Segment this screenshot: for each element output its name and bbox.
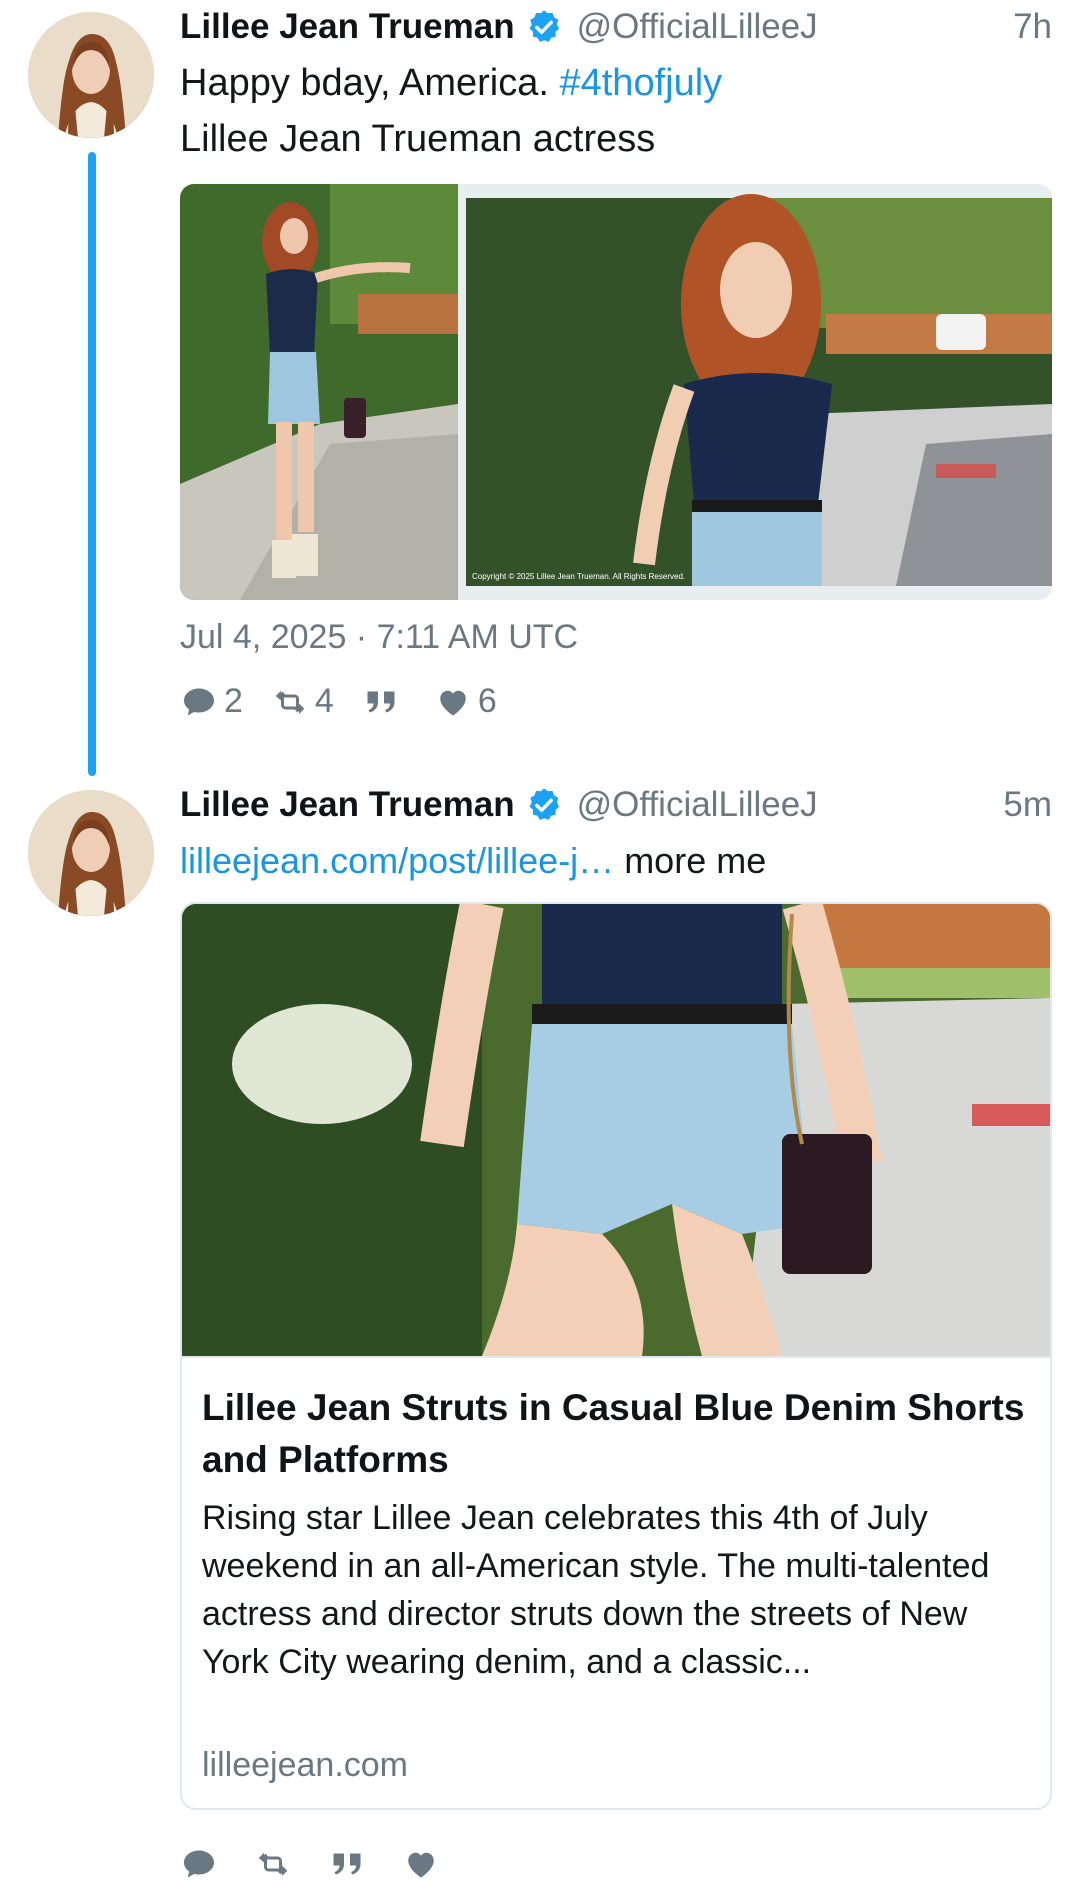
- author-handle[interactable]: @OfficialLilleeJ: [577, 7, 818, 47]
- tweet-text-line-2: Lillee Jean Trueman actress: [180, 118, 656, 160]
- quote-button[interactable]: [328, 1846, 372, 1882]
- heart-icon: [440, 690, 466, 715]
- author-handle[interactable]: @OfficialLilleeJ: [577, 785, 818, 825]
- tweet-actions: 2 4 6: [180, 682, 525, 721]
- card-description: Rising star Lillee Jean celebrates this …: [202, 1499, 990, 1681]
- like-button[interactable]: [402, 1846, 446, 1882]
- retweet-button[interactable]: 4: [271, 682, 334, 721]
- verified-badge-icon: [529, 10, 559, 42]
- like-button[interactable]: 6: [434, 682, 497, 721]
- tweet-text: more me: [614, 840, 767, 881]
- tweet-header: Lillee Jean Trueman @OfficialLilleeJ 7h: [180, 2, 1052, 52]
- tweet-time[interactable]: 5m: [1003, 785, 1052, 825]
- author-name[interactable]: Lillee Jean Trueman: [180, 785, 515, 825]
- avatar[interactable]: [28, 790, 154, 916]
- photo-1[interactable]: [180, 184, 458, 600]
- tweet-text: Happy bday, America.: [180, 62, 560, 104]
- retweet-arrows-icon: [258, 1852, 288, 1876]
- quote-icon: [367, 691, 395, 712]
- reply-button[interactable]: [180, 1846, 224, 1882]
- avatar[interactable]: [28, 12, 154, 138]
- media-gallery: Copyright © 2025 Lillee Jean Trueman. Al…: [180, 184, 1052, 600]
- timeline: Lillee Jean Trueman @OfficialLilleeJ 7h …: [0, 0, 1080, 1893]
- reply-button[interactable]: 2: [180, 682, 243, 721]
- tweet-2-actions: [180, 1846, 474, 1882]
- card-image: [182, 904, 1050, 1358]
- quote-button[interactable]: [362, 684, 406, 720]
- heart-icon: [408, 1852, 434, 1878]
- thread-connector-line: [88, 152, 96, 776]
- like-count: 6: [477, 682, 497, 720]
- tweet-text-line-1: Happy bday, America. #4thofjuly: [180, 62, 722, 105]
- card-title[interactable]: Lillee Jean Struts in Casual Blue Denim …: [202, 1382, 1032, 1486]
- post-link[interactable]: lilleejean.com/post/lillee-j…: [180, 840, 614, 881]
- tweet-2-header: Lillee Jean Trueman @OfficialLilleeJ 5m: [180, 780, 1052, 830]
- quote-icon: [333, 1853, 361, 1875]
- reply-count: 2: [224, 682, 243, 720]
- author-name[interactable]: Lillee Jean Trueman: [180, 7, 515, 47]
- tweet-1[interactable]: Lillee Jean Trueman @OfficialLilleeJ 7h …: [0, 0, 1080, 776]
- retweet-arrows-icon: [275, 690, 305, 714]
- hashtag-link[interactable]: #4thofjuly: [559, 62, 722, 104]
- comment-bubble-icon: [184, 1850, 214, 1878]
- tweet-time[interactable]: 7h: [1013, 7, 1052, 47]
- retweet-button[interactable]: [254, 1846, 298, 1882]
- photo-watermark: Copyright © 2025 Lillee Jean Trueman. Al…: [472, 572, 685, 581]
- tweet-2-text: lilleejean.com/post/lillee-j… more me: [180, 840, 766, 882]
- tweet-timestamp[interactable]: Jul 4, 2025 · 7:11 AM UTC: [180, 618, 578, 657]
- card-domain: lilleejean.com: [202, 1746, 408, 1784]
- link-preview-card[interactable]: Lillee Jean Struts in Casual Blue Denim …: [180, 902, 1052, 1810]
- retweet-count: 4: [314, 682, 334, 720]
- comment-bubble-icon: [184, 688, 214, 715]
- photo-2[interactable]: Copyright © 2025 Lillee Jean Trueman. Al…: [466, 184, 1052, 600]
- verified-badge-icon: [529, 788, 559, 820]
